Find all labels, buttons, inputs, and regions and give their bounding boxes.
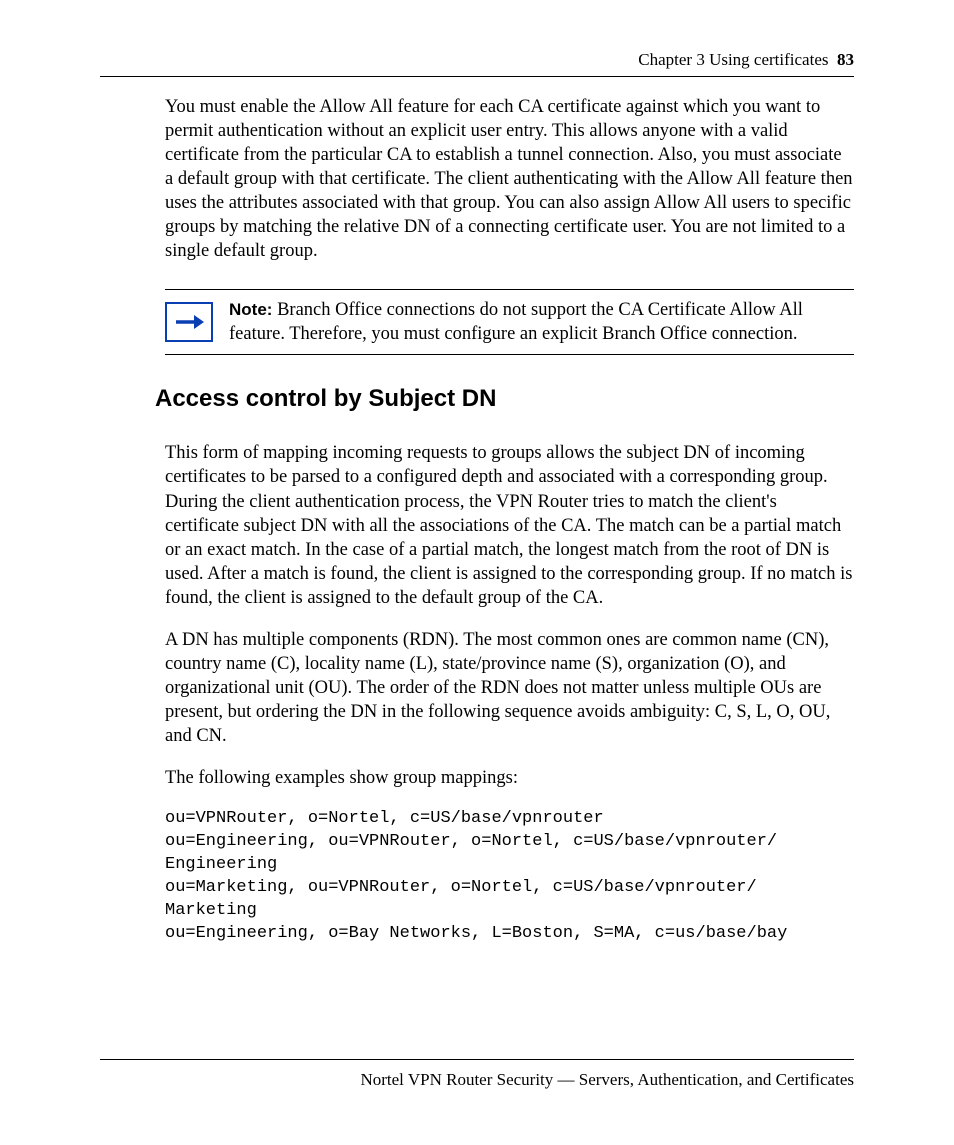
chapter-title: Chapter 3 Using certificates [638,50,828,69]
section-body: This form of mapping incoming requests t… [165,441,854,945]
note-label: Note: [229,300,272,319]
note-bottom-rule [165,354,854,355]
page: Chapter 3 Using certificates 83 You must… [0,0,954,1145]
code-block: ou=VPNRouter, o=Nortel, c=US/base/vpnrou… [165,808,854,946]
note-text: Note: Branch Office connections do not s… [229,298,854,346]
body-column: You must enable the Allow All feature fo… [165,95,854,355]
paragraph-p4: The following examples show group mappin… [165,766,854,790]
note-block: Note: Branch Office connections do not s… [165,290,854,354]
footer-rule [100,1059,854,1060]
footer-text: Nortel VPN Router Security — Servers, Au… [100,1070,854,1090]
paragraph-p2: This form of mapping incoming requests t… [165,441,854,609]
paragraph-intro: You must enable the Allow All feature fo… [165,95,854,263]
paragraph-p3: A DN has multiple components (RDN). The … [165,628,854,748]
note-body: Branch Office connections do not support… [229,300,803,344]
arrow-right-icon [165,302,213,342]
running-header: Chapter 3 Using certificates 83 [100,50,854,70]
header-rule [100,76,854,77]
page-number: 83 [837,50,854,69]
section-heading: Access control by Subject DN [155,385,854,413]
